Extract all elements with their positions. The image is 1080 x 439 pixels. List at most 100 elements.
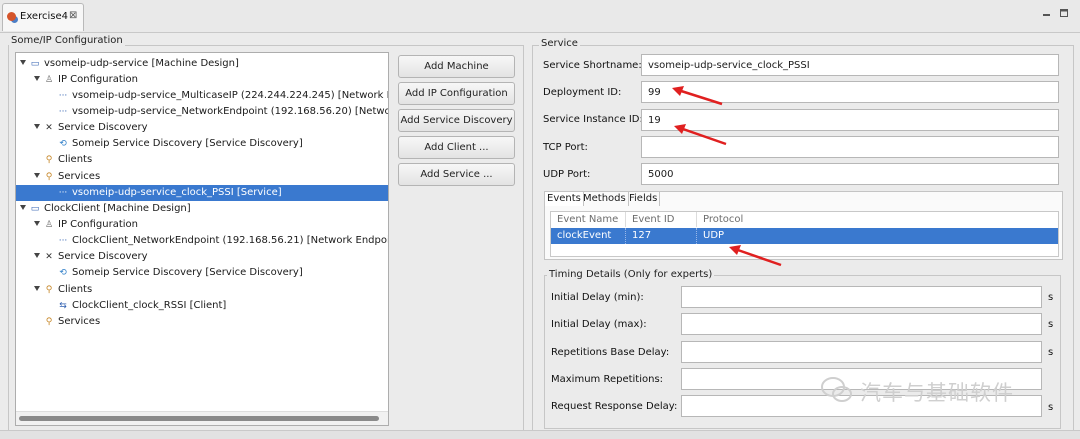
expand-chevron-icon[interactable] xyxy=(34,221,40,226)
tree-item-label: Clients xyxy=(58,154,93,165)
someip-sd-icon: ⟲ xyxy=(59,139,67,149)
maximum-repetitions-label: Maximum Repetitions: xyxy=(551,374,664,385)
tree-item[interactable]: ♙ IP Configuration xyxy=(16,217,388,233)
expand-chevron-icon[interactable] xyxy=(34,124,40,129)
service-item-icon: ··· xyxy=(58,188,68,198)
tree-item-label: vsomeip-udp-service [Machine Design] xyxy=(44,58,239,69)
tree-item[interactable]: ··· vsomeip-udp-service_clock_PSSI [Servi… xyxy=(16,185,388,201)
expand-chevron-icon[interactable] xyxy=(20,60,26,65)
udp-port-field[interactable]: 5000 xyxy=(641,163,1059,185)
ip-config-icon: ♙ xyxy=(44,75,54,85)
initial-delay-min-label: Initial Delay (min): xyxy=(551,292,644,303)
close-icon[interactable]: ⊠ xyxy=(69,10,77,21)
some-ip-config-title: Some/IP Configuration xyxy=(9,35,125,46)
services-icon: ⚲ xyxy=(45,317,53,327)
add-service-button[interactable]: Add Service ... xyxy=(398,163,515,186)
add-machine-button[interactable]: Add Machine xyxy=(398,55,515,78)
tree-item[interactable]: ▭ vsomeip-udp-service [Machine Design] xyxy=(16,56,388,72)
tree-item-label: Service Discovery xyxy=(58,122,148,133)
initial-delay-max-label: Initial Delay (max): xyxy=(551,319,647,330)
tree-item[interactable]: ✕ Service Discovery xyxy=(16,120,388,136)
tree-item[interactable]: ⟲ Someip Service Discovery [Service Disco… xyxy=(16,265,388,281)
add-client-button[interactable]: Add Client ... xyxy=(398,136,515,159)
config-tree[interactable]: ▭ vsomeip-udp-service [Machine Design] ♙ IP… xyxy=(15,52,389,426)
network-endpoint-icon: ··· xyxy=(58,236,68,246)
clients-icon: ⚲ xyxy=(45,155,53,165)
wechat-icon xyxy=(821,377,852,402)
tab-methods[interactable]: Methods xyxy=(581,192,629,206)
tree-item[interactable]: ✕ Service Discovery xyxy=(16,249,388,265)
ip-config-icon: ♙ xyxy=(44,220,54,230)
tree-item-label: ClockClient_clock_RSSI [Client] xyxy=(72,300,227,311)
tree-item-label: Someip Service Discovery [Service Discov… xyxy=(72,138,303,149)
tree-item-label: ClockClient [Machine Design] xyxy=(44,203,191,214)
initial-delay-max-field[interactable] xyxy=(681,313,1042,335)
table-row[interactable]: clockEvent 127 UDP xyxy=(551,228,1058,244)
column-protocol[interactable]: Protocol xyxy=(697,212,1058,227)
scrollbar-thumb[interactable] xyxy=(19,416,379,421)
watermark-text: 汽车与基础软件 xyxy=(860,381,1014,405)
events-panel: Events Methods Fields Event Name Event I… xyxy=(544,191,1063,260)
service-discovery-icon: ✕ xyxy=(45,123,53,133)
initial-delay-min-field[interactable] xyxy=(681,286,1042,308)
annotation-arrow xyxy=(674,124,727,146)
someip-sd-icon: ⟲ xyxy=(59,268,67,278)
tree-item-label: vsomeip-udp-service_MulticaseIP (224.244… xyxy=(72,90,389,101)
tab-exercise4[interactable]: Exercise4 ⊠ xyxy=(2,3,84,31)
network-endpoint-icon: ··· xyxy=(58,91,68,101)
client-item-icon: ⇆ xyxy=(59,301,67,311)
tree-item[interactable]: ⚲ Services xyxy=(16,169,388,185)
expand-chevron-icon[interactable] xyxy=(34,253,40,258)
tree-horizontal-scrollbar[interactable] xyxy=(16,411,388,425)
annotation-arrow xyxy=(672,86,723,106)
tab-events[interactable]: Events xyxy=(545,192,584,206)
column-event-id[interactable]: Event ID xyxy=(626,212,697,227)
tree-item[interactable]: ▭ ClockClient [Machine Design] xyxy=(16,201,388,217)
tree-item[interactable]: ··· vsomeip-udp-service_MulticaseIP (224.… xyxy=(16,88,388,104)
services-icon: ⚲ xyxy=(45,172,53,182)
column-event-name[interactable]: Event Name xyxy=(551,212,626,227)
tree-item-label: vsomeip-udp-service_clock_PSSI [Service] xyxy=(72,187,282,198)
tree-item[interactable]: ··· vsomeip-udp-service_NetworkEndpoint (… xyxy=(16,104,388,120)
tree-item[interactable]: ⚲ Clients xyxy=(16,152,388,168)
expand-chevron-icon[interactable] xyxy=(20,205,26,210)
tree-item-label: Someip Service Discovery [Service Discov… xyxy=(72,267,303,278)
udp-port-label: UDP Port: xyxy=(543,169,591,180)
tree-item-label: ClockClient_NetworkEndpoint (192.168.56.… xyxy=(72,235,389,246)
unit-seconds: s xyxy=(1048,402,1054,413)
events-table[interactable]: Event Name Event ID Protocol clockEvent … xyxy=(550,211,1059,257)
event-id-cell: 127 xyxy=(626,228,697,244)
request-response-delay-label: Request Response Delay: xyxy=(551,401,678,412)
tree-item[interactable]: ⚲ Clients xyxy=(16,282,388,298)
editor-tab-bar: Exercise4 ⊠ xyxy=(0,0,1080,33)
repetitions-base-delay-label: Repetitions Base Delay: xyxy=(551,347,670,358)
repetitions-base-delay-field[interactable] xyxy=(681,341,1042,363)
tree-item-label: IP Configuration xyxy=(58,219,138,230)
maximize-icon[interactable] xyxy=(1060,9,1068,17)
expand-chevron-icon[interactable] xyxy=(34,286,40,291)
tree-item[interactable]: ⇆ ClockClient_clock_RSSI [Client] xyxy=(16,298,388,314)
protocol-cell: UDP xyxy=(703,230,725,241)
expand-chevron-icon[interactable] xyxy=(34,76,40,81)
tab-title: Exercise4 xyxy=(20,11,68,22)
service-shortname-label: Service Shortname: xyxy=(543,60,642,71)
tree-item[interactable]: ⟲ Someip Service Discovery [Service Disco… xyxy=(16,136,388,152)
tab-fields[interactable]: Fields xyxy=(627,192,661,206)
annotation-arrow xyxy=(729,245,782,267)
service-shortname-field[interactable]: vsomeip-udp-service_clock_PSSI xyxy=(641,54,1059,76)
tree-item[interactable]: ··· ClockClient_NetworkEndpoint (192.168.… xyxy=(16,233,388,249)
editor-icon xyxy=(7,12,16,21)
tree-item[interactable]: ♙ IP Configuration xyxy=(16,72,388,88)
tree-item-label: Services xyxy=(58,171,101,182)
add-ip-configuration-button[interactable]: Add IP Configuration xyxy=(398,82,515,105)
minimize-icon[interactable] xyxy=(1043,9,1051,17)
tree-item-label: Service Discovery xyxy=(58,251,148,262)
add-service-discovery-button[interactable]: Add Service Discovery xyxy=(398,109,515,132)
clients-icon: ⚲ xyxy=(45,285,53,295)
service-group-title: Service xyxy=(539,38,580,49)
unit-seconds: s xyxy=(1048,347,1054,358)
timing-details-title: Timing Details (Only for experts) xyxy=(547,269,715,280)
tree-item[interactable]: ⚲ Services xyxy=(16,314,388,330)
expand-chevron-icon[interactable] xyxy=(34,173,40,178)
unit-seconds: s xyxy=(1048,292,1054,303)
